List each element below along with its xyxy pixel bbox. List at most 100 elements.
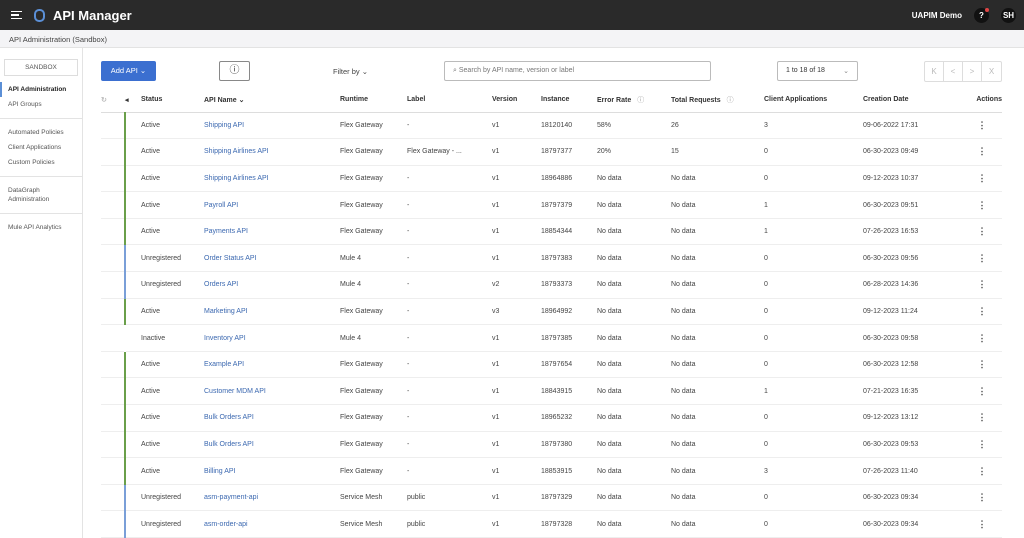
cell-api-name[interactable]: Shipping Airlines API xyxy=(204,165,340,193)
spacer xyxy=(101,218,125,246)
page-size-select[interactable]: 1 to 18 of 18 ⌄ xyxy=(777,61,858,81)
sidebar-item-api-administration[interactable]: API Administration xyxy=(0,82,82,97)
actions-menu-icon[interactable]: ⋮ xyxy=(962,431,1002,459)
status-indicator xyxy=(124,351,141,379)
cell-error-rate: No data xyxy=(597,484,671,512)
table-row[interactable]: Active Bulk Orders API Flex Gateway - v1 1879… xyxy=(101,431,1002,459)
table-row[interactable]: Active Bulk Orders API Flex Gateway - v1 1896… xyxy=(101,404,1002,432)
actions-menu-icon[interactable]: ⋮ xyxy=(962,510,1002,538)
cell-api-name[interactable]: Example API xyxy=(204,351,340,379)
table-row[interactable]: Unregistered asm-order-api Service Mesh pub… xyxy=(101,510,1002,538)
last-page-button[interactable]: X xyxy=(982,62,1001,81)
cell-api-name[interactable]: Payments API xyxy=(204,218,340,246)
cell-version: v1 xyxy=(492,510,541,538)
cell-api-name[interactable]: asm-payment-api xyxy=(204,484,340,512)
actions-menu-icon[interactable]: ⋮ xyxy=(962,351,1002,379)
cell-api-name[interactable]: Customer MDM API xyxy=(204,377,340,406)
table-row[interactable]: Inactive Inventory API Mule 4- v1 18797385 No… xyxy=(101,324,1002,352)
col-total-requests: Total Requests ⓘ xyxy=(671,88,764,113)
col-status[interactable]: Status xyxy=(141,88,204,113)
sidebar-item-datagraph[interactable]: DataGraph Administration xyxy=(0,183,70,207)
table-row[interactable]: Unregistered asm-payment-api Service Mesh p… xyxy=(101,484,1002,512)
cell-api-name[interactable]: Billing API xyxy=(204,457,340,485)
actions-menu-icon[interactable]: ⋮ xyxy=(962,404,1002,432)
cell-status: Active xyxy=(141,351,204,379)
cell-instance: 18797379 xyxy=(541,191,597,219)
actions-menu-icon[interactable]: ⋮ xyxy=(962,218,1002,246)
table-row[interactable]: Active Example API Flex Gateway - v1 18797654… xyxy=(101,351,1002,379)
divider xyxy=(0,176,82,177)
table-row[interactable]: Active Shipping API Flex Gateway - v1 1812014… xyxy=(101,112,1002,140)
sidebar-item-automated-policies[interactable]: Automated Policies xyxy=(0,125,82,140)
sidebar: SANDBOX API Administration API Groups Au… xyxy=(0,48,83,538)
table-row[interactable]: Active Shipping Airlines API Flex Gateway -… xyxy=(101,165,1002,193)
cell-total-requests: No data xyxy=(671,431,764,459)
sidebar-item-custom-policies[interactable]: Custom Policies xyxy=(0,155,82,170)
actions-menu-icon[interactable]: ⋮ xyxy=(962,244,1002,273)
actions-menu-icon[interactable]: ⋮ xyxy=(962,138,1002,166)
table-row[interactable]: Active Shipping Airlines API Flex Gateway F… xyxy=(101,138,1002,166)
sidebar-item-analytics[interactable]: Mule API Analytics xyxy=(0,220,82,235)
cell-api-name[interactable]: Shipping Airlines API xyxy=(204,138,340,166)
cell-api-name[interactable]: Payroll API xyxy=(204,191,340,219)
actions-menu-icon[interactable]: ⋮ xyxy=(962,324,1002,352)
cell-api-name[interactable]: Orders API xyxy=(204,271,340,299)
user-avatar[interactable]: SH xyxy=(1001,7,1016,23)
actions-menu-icon[interactable]: ⋮ xyxy=(962,484,1002,512)
actions-menu-icon[interactable]: ⋮ xyxy=(962,457,1002,485)
actions-menu-icon[interactable]: ⋮ xyxy=(962,112,1002,140)
collapse-arrow-icon[interactable]: ◂ xyxy=(125,88,141,113)
status-indicator xyxy=(124,377,141,406)
cell-version: v1 xyxy=(492,377,541,406)
status-indicator xyxy=(124,457,141,485)
breadcrumb: API Administration (Sandbox) xyxy=(0,30,1024,48)
table-row[interactable]: Unregistered Order Status API Mule 4- v1 187… xyxy=(101,244,1002,273)
cell-label: - xyxy=(407,431,492,459)
actions-menu-icon[interactable]: ⋮ xyxy=(962,165,1002,193)
cell-runtime: Service Mesh xyxy=(340,510,407,538)
cell-error-rate: No data xyxy=(597,377,671,406)
actions-menu-icon[interactable]: ⋮ xyxy=(962,191,1002,219)
cell-version: v1 xyxy=(492,484,541,512)
cell-api-name[interactable]: Bulk Orders API xyxy=(204,404,340,432)
info-button[interactable]: ⓘ xyxy=(219,61,250,81)
spacer xyxy=(101,165,125,193)
cell-client-apps: 0 xyxy=(764,324,863,352)
sidebar-item-api-groups[interactable]: API Groups xyxy=(0,97,82,112)
cell-api-name[interactable]: Shipping API xyxy=(204,112,340,140)
cell-api-name[interactable]: Bulk Orders API xyxy=(204,431,340,459)
cell-instance: 18964886 xyxy=(541,165,597,193)
cell-total-requests: No data xyxy=(671,324,764,352)
search-input[interactable]: ⌕ Search by API name, version or label xyxy=(444,61,711,81)
actions-menu-icon[interactable]: ⋮ xyxy=(962,298,1002,326)
cell-api-name[interactable]: Order Status API xyxy=(204,244,340,273)
info-icon[interactable]: ⓘ xyxy=(727,97,734,104)
col-api-name[interactable]: API Name ⌄ xyxy=(204,88,340,113)
cell-client-apps: 0 xyxy=(764,510,863,538)
cell-api-name[interactable]: Marketing API xyxy=(204,298,340,326)
cell-label: public xyxy=(407,510,492,538)
actions-menu-icon[interactable]: ⋮ xyxy=(962,271,1002,299)
first-page-button[interactable]: K xyxy=(925,62,944,81)
filter-dropdown[interactable]: Filter by ⌄ xyxy=(333,67,368,76)
table-row[interactable]: Active Payments API Flex Gateway - v1 1885434… xyxy=(101,218,1002,246)
org-switcher[interactable]: UAPIM Demo xyxy=(912,11,962,20)
environment-button[interactable]: SANDBOX xyxy=(4,59,78,76)
help-button[interactable]: ? xyxy=(974,7,989,23)
actions-menu-icon[interactable]: ⋮ xyxy=(962,377,1002,406)
sidebar-item-client-applications[interactable]: Client Applications xyxy=(0,140,82,155)
table-row[interactable]: Unregistered Orders API Mule 4- v2 18793373 N… xyxy=(101,271,1002,299)
add-api-button[interactable]: Add API ⌄ xyxy=(101,61,156,81)
info-icon[interactable]: ⓘ xyxy=(637,97,644,104)
cell-total-requests: No data xyxy=(671,484,764,512)
table-row[interactable]: Active Billing API Flex Gateway - v1 18853915… xyxy=(101,457,1002,485)
cell-api-name[interactable]: Inventory API xyxy=(204,324,340,352)
cell-api-name[interactable]: asm-order-api xyxy=(204,510,340,538)
prev-page-button[interactable]: < xyxy=(944,62,963,81)
table-row[interactable]: Active Customer MDM API Flex Gateway - v1 188… xyxy=(101,377,1002,406)
table-row[interactable]: Active Payroll API Flex Gateway - v1 18797379… xyxy=(101,191,1002,219)
next-page-button[interactable]: > xyxy=(963,62,982,81)
table-row[interactable]: Active Marketing API Flex Gateway - v3 189649… xyxy=(101,298,1002,326)
hamburger-menu-icon[interactable] xyxy=(11,10,22,20)
refresh-icon[interactable]: ↻ xyxy=(101,88,125,113)
